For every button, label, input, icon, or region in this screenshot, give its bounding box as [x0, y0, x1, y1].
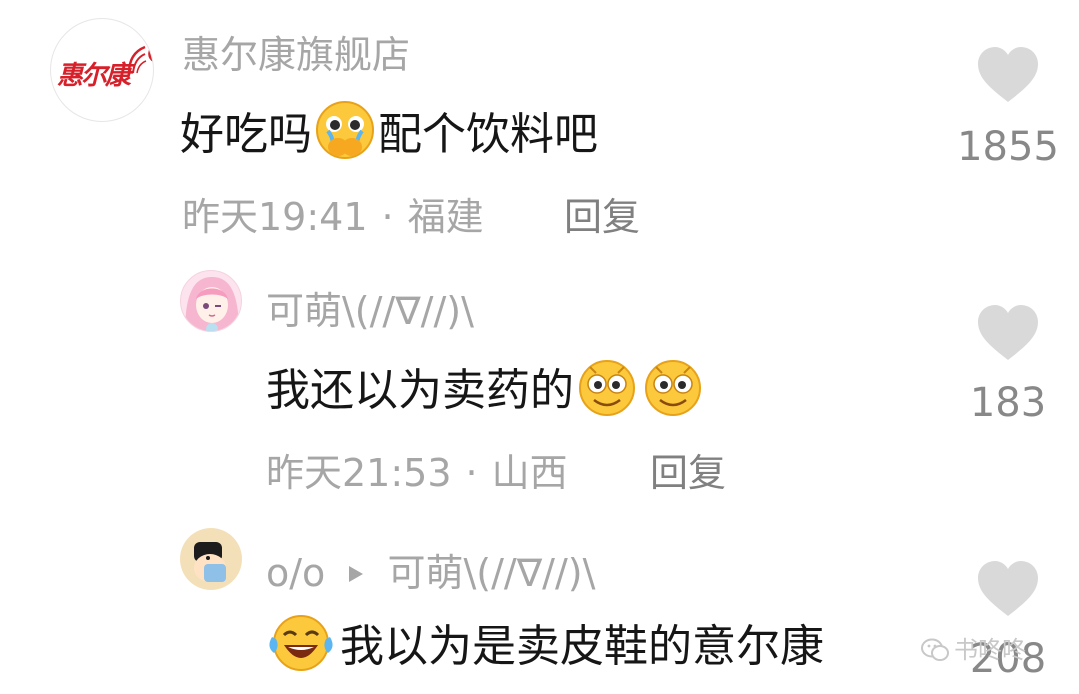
brand-avatar[interactable]: 惠尔康 — [50, 18, 154, 122]
comment-author[interactable]: o/o — [266, 551, 325, 595]
comment-location: 福建 — [407, 195, 484, 239]
like-count: 183 — [969, 380, 1047, 426]
comment-text: 好吃吗 配个饮料吧 — [180, 98, 598, 172]
heart-icon[interactable] — [976, 46, 1040, 104]
watermark: 书咚咚 — [920, 630, 1026, 665]
comment-text-part: 我还以为卖药的 — [266, 365, 574, 416]
comment-time: 昨天19:41 — [182, 195, 368, 239]
comment-time: 昨天21:53 — [266, 451, 452, 495]
dot-separator: · — [465, 451, 478, 495]
cartoon-boy-avatar-icon — [194, 542, 226, 582]
comment-text-part: 我以为是卖皮鞋的意尔康 — [340, 621, 824, 672]
user-avatar[interactable] — [180, 270, 242, 332]
leaf-icon — [127, 45, 147, 74]
comment-text: 我以为是卖皮鞋的意尔康 — [264, 610, 824, 684]
like-count: 1855 — [957, 124, 1059, 170]
comment-text-part: 好吃吗 — [180, 109, 312, 160]
reply-button[interactable]: 回复 — [650, 442, 726, 497]
dot-separator: · — [381, 195, 394, 239]
reply-button[interactable]: 回复 — [564, 186, 640, 241]
watermark-text: 书咚咚 — [954, 636, 1026, 664]
smiling-face-icon — [642, 355, 704, 428]
comment-text-part: 配个饮料吧 — [378, 109, 598, 160]
reply-arrow-icon — [349, 566, 364, 582]
comment-author[interactable]: 惠尔康旗舰店 — [182, 24, 410, 79]
reply-comment-item: o/o 可萌\(//∇//)\ 我以为是卖皮鞋的意尔康 208 — [0, 510, 1079, 694]
reply-to-author[interactable]: 可萌\(//∇//)\ — [388, 551, 596, 595]
anime-girl-avatar-icon — [185, 277, 239, 331]
comment-meta: 昨天21:53 · 山西 — [266, 442, 568, 497]
user-avatar[interactable] — [180, 528, 242, 590]
heart-icon[interactable] — [976, 560, 1040, 618]
comment-item: 惠尔康 惠尔康旗舰店 好吃吗 配个饮料吧 昨天19:41 · 福建 回复 1855 — [0, 0, 1079, 250]
brand-logo-text: 惠尔康 — [57, 61, 131, 91]
reply-header: o/o 可萌\(//∇//)\ — [266, 542, 595, 597]
smiling-face-icon — [576, 355, 638, 428]
wechat-icon — [921, 638, 949, 661]
laughing-tears-face-icon — [264, 611, 338, 684]
comment-meta: 昨天19:41 · 福建 — [182, 186, 484, 241]
comment-text: 我还以为卖药的 — [266, 354, 706, 428]
comment-author[interactable]: 可萌\(//∇//)\ — [266, 280, 474, 335]
heart-icon[interactable] — [976, 304, 1040, 362]
reply-comment-item: 可萌\(//∇//)\ 我还以为卖药的 昨天21:53 · 山西 回复 183 — [0, 250, 1079, 510]
pleading-hands-face-icon — [314, 99, 376, 172]
comment-location: 山西 — [491, 451, 568, 495]
